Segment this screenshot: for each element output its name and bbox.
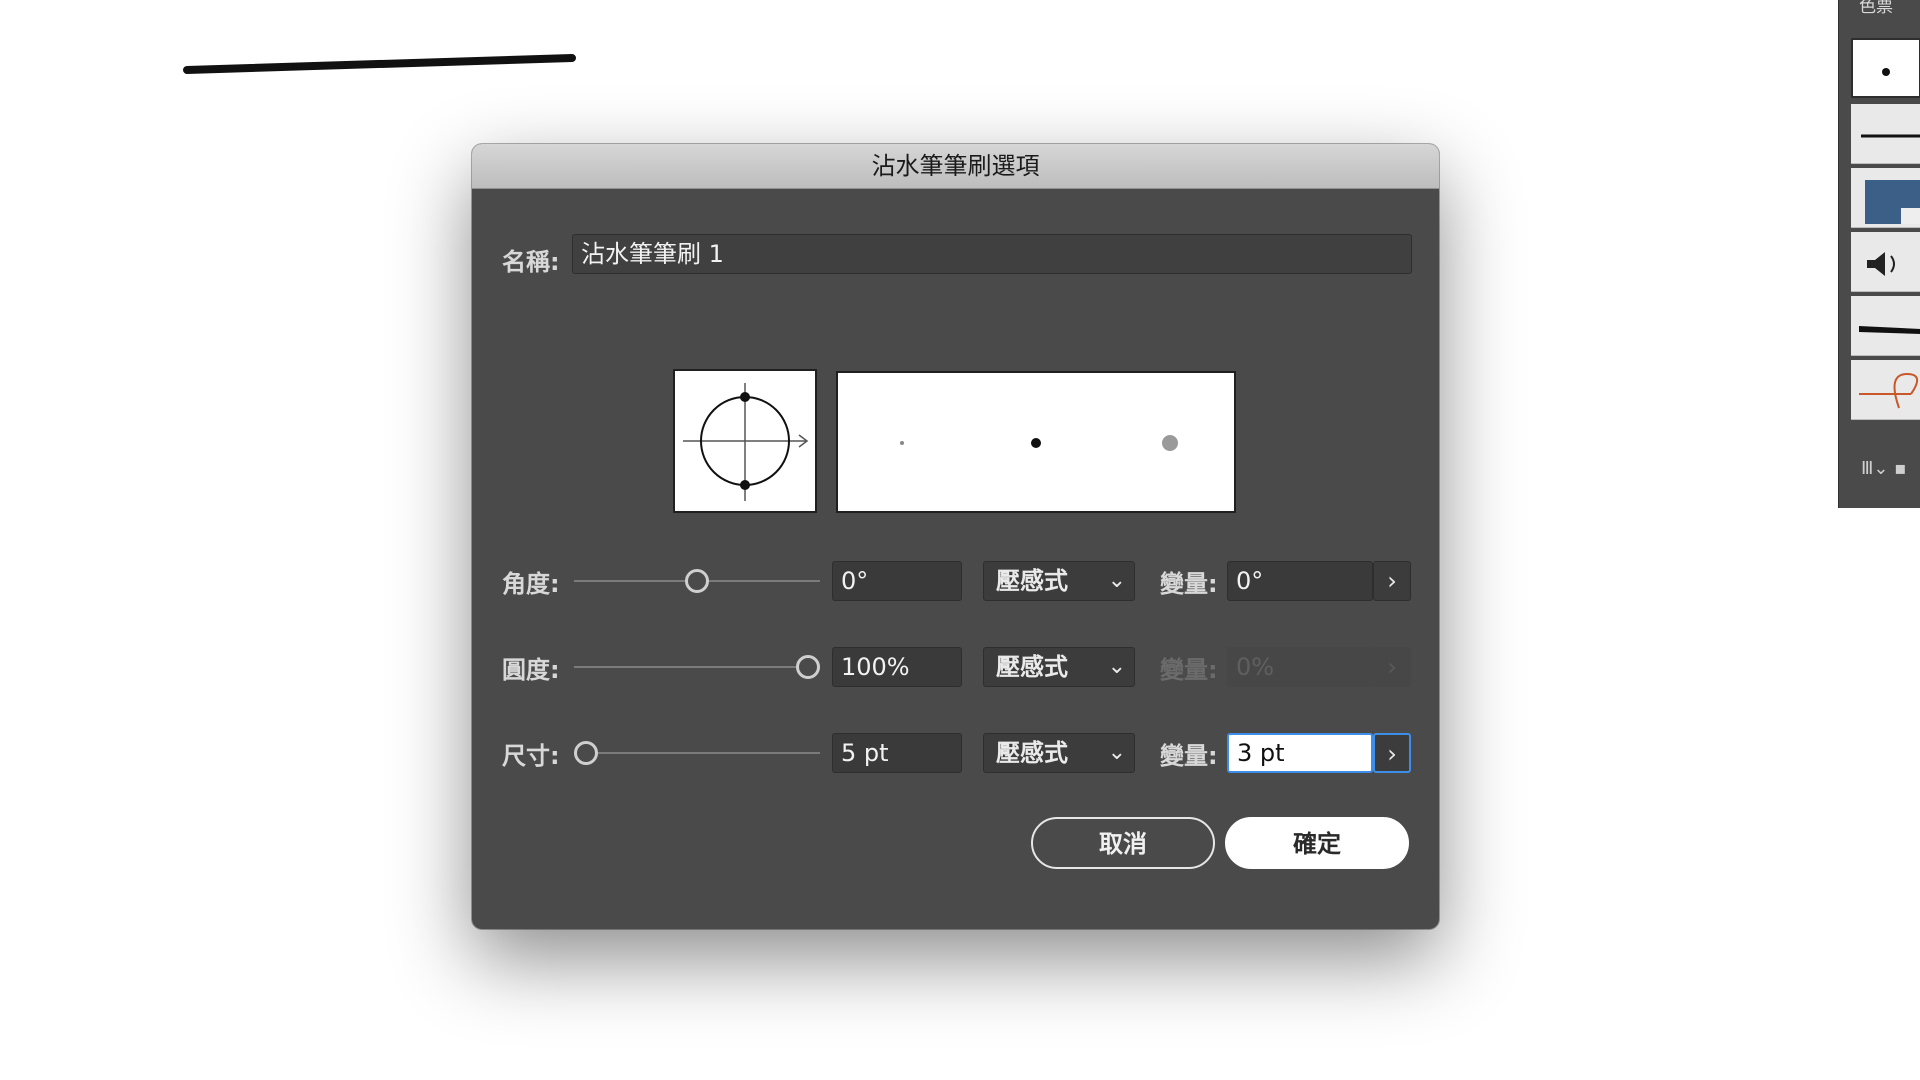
roundness-label: 圓度: — [502, 656, 560, 684]
angle-variation-label: 變量: — [1160, 570, 1218, 598]
brush-swatch-basic[interactable] — [1851, 104, 1920, 164]
angle-field[interactable]: 0° — [832, 561, 962, 601]
brush-swatch-calligraphic[interactable] — [1851, 38, 1920, 98]
angle-mode-value: 壓感式 — [996, 567, 1068, 595]
name-field[interactable]: 沾水筆筆刷 1 — [572, 234, 1412, 274]
roundness-variation-arrow-icon: › — [1373, 647, 1411, 687]
roundness-variation-field: 0% — [1227, 647, 1373, 687]
brush-shape-preview[interactable] — [673, 369, 817, 513]
angle-roundness-icon — [683, 383, 809, 501]
angle-variation-arrow-icon[interactable]: › — [1373, 561, 1411, 601]
roundness-variation-label: 變量: — [1160, 656, 1218, 684]
library-icon[interactable]: Ⅲ⌄ ▪ — [1861, 458, 1906, 479]
name-label: 名稱: — [502, 248, 560, 276]
brushes-panel: 色票 Ⅲ⌄ ▪ — [1838, 0, 1920, 508]
roundness-mode-value: 壓感式 — [996, 653, 1068, 681]
brush-swatch-charcoal[interactable] — [1851, 296, 1920, 356]
ok-button[interactable]: 確定 — [1225, 817, 1409, 869]
size-slider-track[interactable] — [574, 752, 820, 754]
chevron-down-icon: ⌄ — [1107, 654, 1126, 679]
size-mode-value: 壓感式 — [996, 739, 1068, 767]
brush-swatch-arrow[interactable] — [1851, 360, 1920, 420]
brush-swatch-art-speaker[interactable] — [1851, 232, 1920, 292]
roundness-slider-knob[interactable] — [796, 655, 820, 679]
roundness-slider-track[interactable] — [574, 666, 820, 668]
roundness-mode-select[interactable]: 壓感式 ⌄ — [983, 647, 1135, 687]
size-slider-knob[interactable] — [574, 741, 598, 765]
chevron-down-icon: ⌄ — [1107, 568, 1126, 593]
brush-swatch-pattern[interactable] — [1851, 168, 1920, 228]
size-field[interactable]: 5 pt — [832, 733, 962, 773]
size-variation-label: 變量: — [1160, 742, 1218, 770]
size-variation-arrow-icon[interactable]: › — [1373, 733, 1411, 773]
angle-slider-knob[interactable] — [685, 569, 709, 593]
angle-variation-field[interactable]: 0° — [1227, 561, 1373, 601]
brush-variation-preview — [836, 371, 1236, 513]
dialog-title: 沾水筆筆刷選項 — [472, 144, 1439, 189]
roundness-field[interactable]: 100% — [832, 647, 962, 687]
chevron-down-icon: ⌄ — [1107, 740, 1126, 765]
panel-title: 色票 — [1859, 0, 1893, 17]
angle-mode-select[interactable]: 壓感式 ⌄ — [983, 561, 1135, 601]
calligraphic-brush-options-dialog: 沾水筆筆刷選項 名稱: 沾水筆筆刷 1 角度: 0° 壓感式 ⌄ 變量: 0° … — [472, 144, 1439, 929]
cancel-button[interactable]: 取消 — [1031, 817, 1215, 869]
size-label: 尺寸: — [502, 742, 560, 770]
angle-label: 角度: — [502, 570, 560, 598]
drawn-stroke[interactable] — [0, 0, 600, 120]
size-mode-select[interactable]: 壓感式 ⌄ — [983, 733, 1135, 773]
size-variation-field[interactable]: 3 pt — [1227, 733, 1373, 773]
